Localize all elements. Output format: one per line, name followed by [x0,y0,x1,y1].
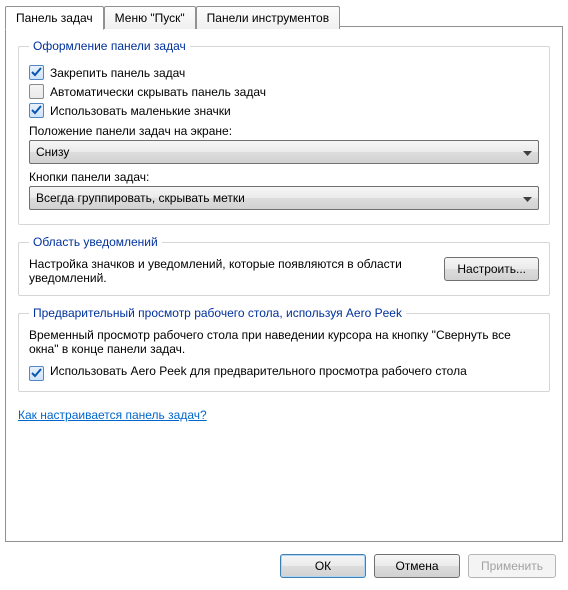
checkbox-small-icons[interactable] [29,103,44,118]
check-icon [31,368,42,379]
tab-start-label: Меню "Пуск" [115,11,185,25]
tab-panel: Оформление панели задач Закрепить панель… [5,26,563,542]
group-taskbar-appearance: Оформление панели задач Закрепить панель… [18,39,550,225]
label-lock-taskbar: Закрепить панель задач [50,66,185,80]
label-small-icons: Использовать маленькие значки [50,104,231,118]
dialog-button-bar: ОК Отмена Применить [280,554,556,578]
apply-button[interactable]: Применить [468,554,556,578]
apply-button-label: Применить [481,559,543,573]
tab-taskbar[interactable]: Панель задач [5,6,104,30]
chevron-down-icon [523,191,532,205]
label-aero-peek: Использовать Aero Peek для предварительн… [50,364,539,378]
cancel-button[interactable]: Отмена [374,554,460,578]
ok-button[interactable]: ОК [280,554,366,578]
tab-strip: Панель задач Меню "Пуск" Панели инструме… [0,0,568,28]
chevron-down-icon [523,145,532,159]
combo-taskbar-position[interactable]: Снизу [29,140,539,164]
combo-taskbar-buttons[interactable]: Всегда группировать, скрывать метки [29,186,539,210]
checkbox-aero-peek[interactable] [29,366,44,381]
aero-peek-text: Временный просмотр рабочего стола при на… [29,328,539,356]
notif-area-text: Настройка значков и уведомлений, которые… [29,257,432,285]
label-taskbar-position: Положение панели задач на экране: [29,124,539,138]
cancel-button-label: Отмена [395,559,438,573]
group-aero-peek: Предварительный просмотр рабочего стола,… [18,306,550,392]
group-appearance-legend: Оформление панели задач [29,39,190,53]
customize-button[interactable]: Настроить... [444,257,539,281]
checkbox-autohide-taskbar[interactable] [29,84,44,99]
help-link-text: Как настраивается панель задач? [18,408,207,422]
group-notification-area: Область уведомлений Настройка значков и … [18,235,550,296]
group-aero-legend: Предварительный просмотр рабочего стола,… [29,306,406,320]
tab-start-menu[interactable]: Меню "Пуск" [104,6,196,29]
tab-toolbars[interactable]: Панели инструментов [196,6,340,29]
help-link[interactable]: Как настраивается панель задач? [18,408,207,422]
check-icon [31,105,42,116]
label-autohide-taskbar: Автоматически скрывать панель задач [50,85,266,99]
customize-button-label: Настроить... [457,262,526,276]
tab-toolbars-label: Панели инструментов [207,11,329,25]
group-notif-legend: Область уведомлений [29,235,162,249]
check-icon [31,67,42,78]
ok-button-label: ОК [315,559,331,573]
combo-buttons-value: Всегда группировать, скрывать метки [36,191,245,205]
combo-position-value: Снизу [36,145,69,159]
checkbox-lock-taskbar[interactable] [29,65,44,80]
label-taskbar-buttons: Кнопки панели задач: [29,170,539,184]
tab-taskbar-label: Панель задач [16,11,93,25]
